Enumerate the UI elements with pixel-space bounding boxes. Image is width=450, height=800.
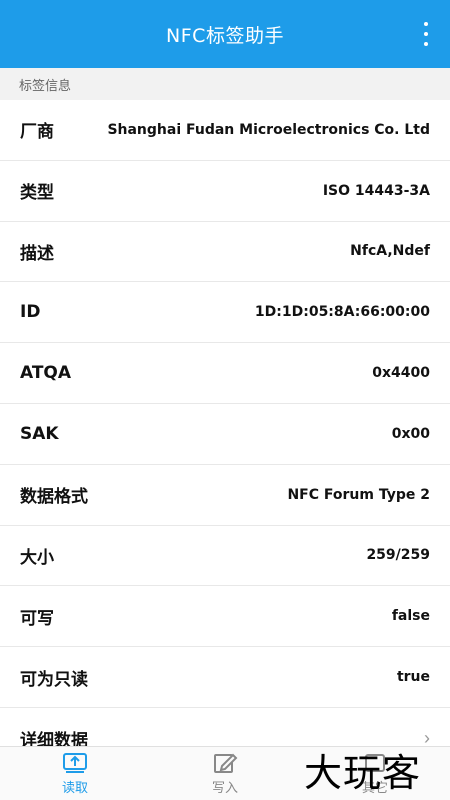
info-row-size: 大小 259/259 [0,526,450,587]
other-icon [365,753,385,772]
row-value: NFC Forum Type 2 [287,486,430,503]
row-value: 259/259 [366,547,430,564]
nav-item-other[interactable]: 其它 [300,747,450,800]
info-row-can-make-readonly: 可为只读 true [0,647,450,708]
info-row-writable: 可写 false [0,586,450,648]
info-row-data-format: 数据格式 NFC Forum Type 2 [0,465,450,526]
info-row-atqa: ATQA 0x4400 [0,343,450,404]
row-label: 可写 [20,608,54,629]
row-value: ISO 14443-3A [322,182,430,199]
app-title: NFC标签助手 [166,24,284,47]
row-label: ATQA [20,363,72,384]
more-vert-icon[interactable] [422,22,430,46]
row-value: 1D:1D:05:8A:66:00:00 [254,304,430,321]
row-label: 类型 [20,183,54,204]
nav-item-read[interactable]: 读取 [0,747,150,800]
info-row-id: ID 1D:1D:05:8A:66:00:00 [0,282,450,344]
row-value: true [396,669,430,686]
nav-label: 读取 [61,780,88,796]
row-label: ID [20,302,41,323]
app-bar: NFC标签助手 [0,0,450,68]
nav-item-write[interactable]: 写入 [150,747,300,800]
row-value: false [391,608,430,625]
section-title: 标签信息 [19,78,72,94]
row-label: 厂商 [20,122,54,143]
row-label: SAK [20,423,59,444]
nav-label: 写入 [211,780,238,796]
write-icon [214,753,238,773]
row-value: 0x4400 [372,365,430,382]
row-value: NfcA,Ndef [350,243,430,260]
row-label: 可为只读 [20,669,88,690]
row-label: 描述 [20,243,54,264]
row-label: 大小 [20,547,54,568]
read-icon [63,752,87,773]
nav-label: 其它 [361,780,388,796]
bottom-nav: 读取 写入 其它 [0,746,450,800]
row-value: 0x00 [391,425,430,442]
row-value: Shanghai Fudan Microelectronics Co. Ltd [107,121,430,138]
row-label: 数据格式 [20,487,88,508]
tag-info-list: 厂商 Shanghai Fudan Microelectronics Co. L… [0,100,450,769]
info-row-sak: SAK 0x00 [0,404,450,465]
info-row-description: 描述 NfcA,Ndef [0,222,450,283]
section-header: 标签信息 [0,68,450,100]
info-row-type: 类型 ISO 14443-3A [0,161,450,222]
info-row-manufacturer: 厂商 Shanghai Fudan Microelectronics Co. L… [0,100,450,161]
